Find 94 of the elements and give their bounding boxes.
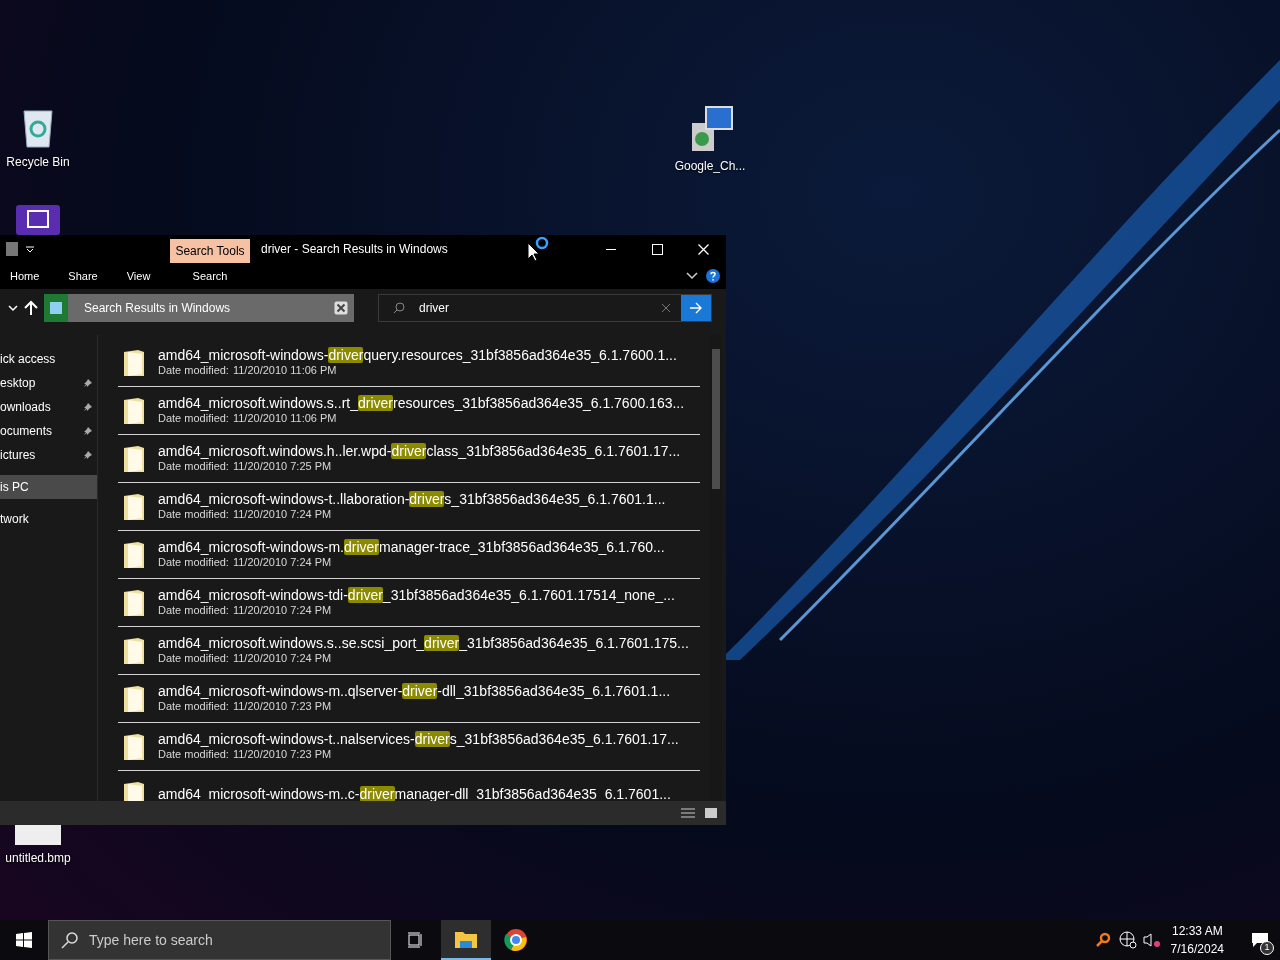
arrow-right-icon [689,302,703,314]
file-name: amd64_microsoft-windows-m..qlserver-driver-dll_31bf3856ad364e35_6.1.7601.1... [158,682,671,701]
taskbar-search-input[interactable]: Type here to search [89,929,390,951]
pin-icon [83,450,93,460]
search-field[interactable]: driver [378,294,712,322]
date-modified-value: 11/20/2010 7:24 PM [232,652,332,667]
clock-time[interactable]: 12:33 AM [1171,922,1223,940]
date-modified-label: Date modified: [158,556,229,571]
close-icon [697,243,709,255]
file-name: amd64_microsoft-windows-tdi-driver_31bf3856ad364e35_6.1.7601.17514_none_... [158,586,675,605]
file-name: amd64_microsoft.windows.s..se.scsi_port_driver_31bf3856ad364e35_6.1.7601.175... [158,634,689,653]
nav-item[interactable]: ick access [0,347,97,371]
clear-search-icon[interactable] [334,301,348,315]
ribbon-tab[interactable]: Share [58,263,108,289]
taskbar-search-field[interactable]: Type here to search [48,920,391,960]
date-modified-value: 11/20/2010 11:06 PM [232,364,337,379]
chip-app-icon [14,203,62,235]
date-modified-label: Date modified: [158,508,229,523]
magnifier-tray-icon[interactable] [1094,932,1111,948]
ribbon-tab[interactable]: Home [0,263,50,289]
file-name: amd64_microsoft-windows-driverquery.resources_31bf3856ad364e35_6.1.7600.1... [158,346,677,365]
search-result-row[interactable]: amd64_microsoft-windows-t..nalservices-drivers_31bf3856ad364e35_6.1.7601.17... Date modified: 11/20/2010 7:23 PM [118,723,700,771]
search-result-row[interactable]: amd64_microsoft.windows.s..se.scsi_port_driver_31bf3856ad364e35_6.1.7601.175... Date modified: 11/20/2010 7:24 PM [118,627,700,675]
search-location-icon [44,294,68,322]
search-result-row[interactable]: amd64_microsoft.windows.h..ler.wpd-driverclass_31bf3856ad364e35_6.1.7601.17... Date modified: 11/20/2010 7:25 PM [118,435,700,483]
date-modified-value: 11/20/2010 7:24 PM [232,556,332,571]
contextual-tab-group-label: Search Tools [170,239,250,263]
windows-logo-icon [16,932,32,948]
date-modified-label: Date modified: [158,604,229,619]
pin-icon [83,402,93,412]
address-bar[interactable]: Search Results in Windows [44,294,354,322]
file-name: amd64_microsoft-windows-m..c-drivermanager-dll_31bf3856ad364e35_6.1.7601... [158,785,671,801]
date-modified-label: Date modified: [158,748,229,763]
search-icon [61,931,79,949]
desktop-icon-label[interactable]: untitled.bmp [5,849,71,867]
search-result-row[interactable]: amd64_microsoft.windows.s..rt_driverresources_31bf3856ad364e35_6.1.7600.163... Date modified: 11/20/2010 11:06 PM [118,387,700,435]
quick-access-dropdown-icon[interactable] [26,245,34,253]
date-modified-value: 11/20/2010 7:25 PM [232,460,332,475]
date-modified-value: 11/20/2010 11:06 PM [232,412,337,427]
minimize-icon [606,248,616,250]
window-title: driver - Search Results in Windows [261,241,448,258]
date-modified-label: Date modified: [158,700,229,715]
notifications-button[interactable]: 1 [1240,920,1280,960]
nav-item[interactable]: ocuments [0,419,97,443]
notification-count-badge: 1 [1260,941,1274,955]
nav-item[interactable]: esktop [0,371,97,395]
desktop-icon-label[interactable]: Recycle Bin [6,153,70,171]
file-name: amd64_microsoft-windows-m.drivermanager-trace_31bf3856ad364e35_6.1.760... [158,538,665,557]
maximize-icon [651,243,663,255]
date-modified-value: 11/20/2010 7:23 PM [232,700,332,715]
file-explorer-icon [454,929,478,949]
date-modified-label: Date modified: [158,460,229,475]
ribbon-tab[interactable]: View [116,263,161,289]
file-name: amd64_microsoft-windows-t..nalservices-drivers_31bf3856ad364e35_6.1.7601.17... [158,730,679,749]
date-modified-value: 11/20/2010 7:24 PM [232,508,332,523]
network-disconnected-icon[interactable] [1118,931,1137,949]
search-result-row[interactable]: amd64_microsoft-windows-tdi-driver_31bf3856ad364e35_6.1.7601.17514_none_... Date modified: 11/20/2010 7:24 PM [118,579,700,627]
search-input[interactable]: driver [405,295,661,321]
ribbon-tab[interactable]: Search [170,263,250,289]
pin-icon [83,426,93,436]
nav-item[interactable]: twork [0,507,97,531]
details-view-icon[interactable] [680,807,696,819]
file-name: amd64_microsoft.windows.h..ler.wpd-driverclass_31bf3856ad364e35_6.1.7601.17... [158,442,681,461]
image-file-icon [15,825,61,845]
file-explorer-taskbar-button[interactable] [441,920,491,960]
speaker-muted-icon[interactable] [1142,932,1161,948]
search-result-row[interactable]: amd64_microsoft-windows-driverquery.resources_31bf3856ad364e35_6.1.7600.1... Date modified: 11/20/2010 11:06 PM [118,339,700,387]
date-modified-value: 11/20/2010 7:23 PM [232,748,332,763]
nav-item[interactable]: ownloads [0,395,97,419]
desktop-icon-label[interactable]: Google_Ch... [674,157,746,175]
search-go-button[interactable] [681,295,711,321]
date-modified-label: Date modified: [158,364,229,379]
chat-bubble-icon [1251,932,1269,948]
task-view-icon [407,932,425,948]
search-icon [393,302,405,314]
file-name: amd64_microsoft.windows.s..rt_driverresources_31bf3856ad364e35_6.1.7600.163... [158,394,685,413]
date-modified-label: Date modified: [158,412,229,427]
date-modified-label: Date modified: [158,652,229,667]
date-modified-value: 11/20/2010 7:24 PM [232,604,332,619]
pin-icon [83,378,93,388]
clock-date[interactable]: 7/16/2024 [1170,940,1224,958]
browser-icon [504,928,528,952]
help-icon[interactable] [706,269,720,283]
recent-locations-icon[interactable] [8,304,18,312]
tiles-view-icon[interactable] [704,807,718,819]
nav-item[interactable]: ictures [0,443,97,467]
nav-item[interactable]: is PC [0,475,97,499]
collapse-ribbon-icon[interactable] [686,272,698,280]
search-result-row[interactable]: amd64_microsoft-windows-t..llaboration-drivers_31bf3856ad364e35_6.1.7601.1... Date modified: 11/20/2010 7:24 PM [118,483,700,531]
search-result-row[interactable]: amd64_microsoft-windows-m.drivermanager-trace_31bf3856ad364e35_6.1.760... Date modified: 11/20/2010 7:24 PM [118,531,700,579]
clear-icon[interactable] [661,303,671,313]
file-name: amd64_microsoft-windows-t..llaboration-drivers_31bf3856ad364e35_6.1.7601.1... [158,490,666,509]
search-result-row[interactable]: amd64_microsoft-windows-m..qlserver-driver-dll_31bf3856ad364e35_6.1.7601.1... Date modified: 11/20/2010 7:23 PM [118,675,700,723]
up-arrow-icon[interactable] [24,300,38,316]
